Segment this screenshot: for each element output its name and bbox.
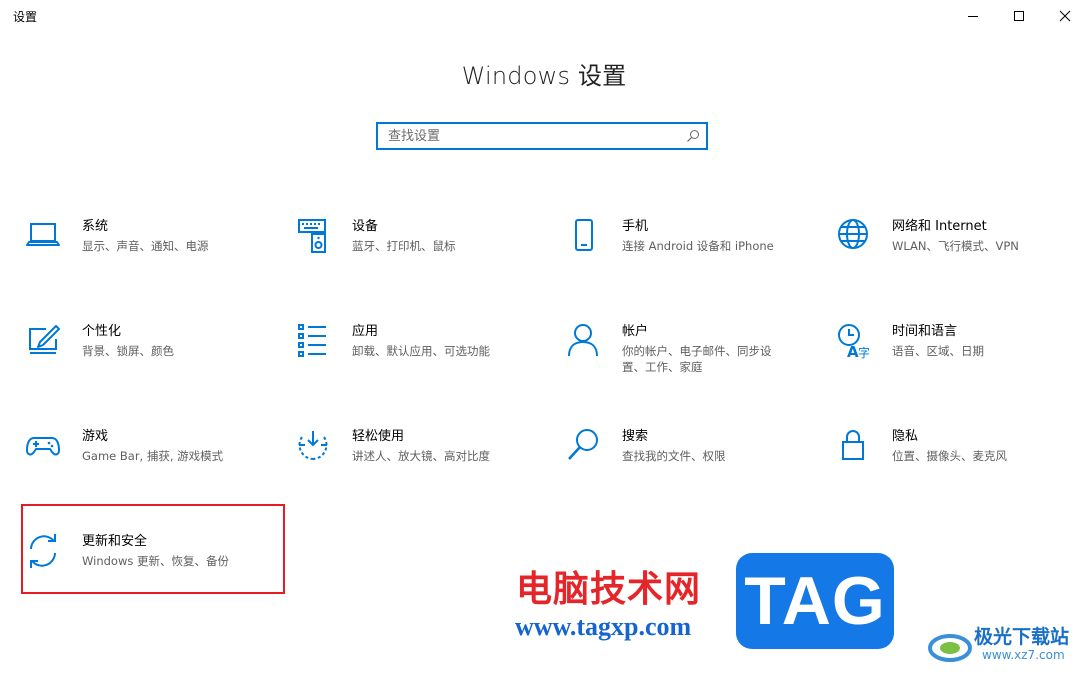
watermark-logo-url: www.xz7.com	[982, 648, 1065, 662]
tile-name: 系统	[82, 219, 109, 234]
watermark-tag-logo: TAG	[736, 553, 894, 649]
tile-desc: 语音、区域、日期	[892, 344, 984, 358]
close-icon	[1059, 10, 1071, 22]
tile-time-language[interactable]: A 字 时间和语言 语音、区域、日期	[836, 323, 1076, 403]
tile-name: 个性化	[82, 324, 122, 339]
search-box[interactable]	[376, 122, 708, 150]
tile-personalization[interactable]: 个性化 背景、锁屏、颜色	[26, 323, 266, 403]
minimize-icon	[968, 16, 978, 17]
window-title: 设置	[13, 10, 38, 24]
tile-desc: Game Bar, 捕获, 游戏模式	[82, 449, 224, 463]
tile-desc: 卸载、默认应用、可选功能	[352, 344, 490, 358]
search-icon[interactable]	[686, 129, 700, 143]
globe-icon	[838, 219, 868, 249]
close-button[interactable]	[1042, 0, 1088, 32]
tile-privacy[interactable]: 隐私 位置、摄像头、麦克风	[836, 428, 1076, 508]
tile-desc: 背景、锁屏、颜色	[82, 344, 174, 358]
watermark-site-url: www.tagxp.com	[515, 612, 692, 641]
person-icon	[568, 324, 598, 357]
watermark-site-name: 电脑技术网	[516, 569, 702, 610]
tile-desc: 位置、摄像头、麦克风	[892, 449, 1007, 463]
tile-name: 帐户	[622, 324, 649, 339]
keyboard-speaker-icon	[298, 219, 326, 253]
paint-brush-icon	[29, 325, 60, 354]
page-title: Windows 设置	[461, 62, 627, 90]
tile-desc: 查找我的文件、权限	[622, 449, 726, 463]
minimize-button[interactable]	[950, 0, 996, 32]
tile-network[interactable]: 网络和 Internet WLAN、飞行模式、VPN	[836, 218, 1076, 298]
tile-name: 应用	[352, 324, 379, 339]
tile-accounts[interactable]: 帐户 你的帐户、电子邮件、同步设置、工作、家庭	[566, 323, 806, 403]
search-icon	[568, 429, 598, 460]
tile-name: 轻松使用	[352, 429, 405, 444]
time-language-icon: A 字	[838, 324, 870, 359]
tile-search[interactable]: 搜索 查找我的文件、权限	[566, 428, 806, 508]
tile-gaming[interactable]: 游戏 Game Bar, 捕获, 游戏模式	[26, 428, 266, 508]
lock-icon	[842, 430, 864, 460]
tile-system[interactable]: 系统 显示、声音、通知、电源	[26, 218, 266, 298]
highlight-box	[21, 504, 285, 594]
laptop-icon	[26, 223, 60, 246]
tile-name: 游戏	[82, 429, 109, 444]
tile-desc: 蓝牙、打印机、鼠标	[352, 239, 456, 253]
tile-name: 隐私	[892, 429, 919, 444]
apps-list-icon	[298, 324, 326, 357]
tile-desc: 连接 Android 设备和 iPhone	[622, 239, 774, 253]
maximize-button[interactable]	[996, 0, 1042, 32]
tile-phone[interactable]: 手机 连接 Android 设备和 iPhone	[566, 218, 806, 298]
maximize-icon	[1014, 11, 1024, 21]
tile-name: 手机	[622, 219, 649, 234]
ease-of-access-icon	[298, 431, 328, 460]
title-bar: 设置	[0, 0, 1088, 32]
tile-desc: 显示、声音、通知、电源	[82, 239, 209, 253]
tile-devices[interactable]: 设备 蓝牙、打印机、鼠标	[296, 218, 536, 298]
tile-ease-of-access[interactable]: 轻松使用 讲述人、放大镜、高对比度	[296, 428, 536, 508]
watermark-logo-name: 极光下载站	[974, 626, 1070, 648]
tile-apps[interactable]: 应用 卸载、默认应用、可选功能	[296, 323, 536, 403]
tile-desc: 你的帐户、电子邮件、同步设置、工作、家庭	[622, 344, 772, 374]
tile-name: 设备	[352, 219, 379, 234]
search-input[interactable]	[378, 124, 678, 148]
tile-name: 时间和语言	[892, 324, 958, 339]
phone-icon	[575, 219, 593, 251]
gamepad-icon	[26, 437, 60, 456]
tile-desc: 讲述人、放大镜、高对比度	[352, 449, 490, 463]
tile-desc: WLAN、飞行模式、VPN	[892, 239, 1019, 253]
tile-name: 搜索	[622, 429, 649, 444]
svg-text:字: 字	[858, 345, 870, 359]
tile-name: 网络和 Internet	[892, 219, 987, 234]
